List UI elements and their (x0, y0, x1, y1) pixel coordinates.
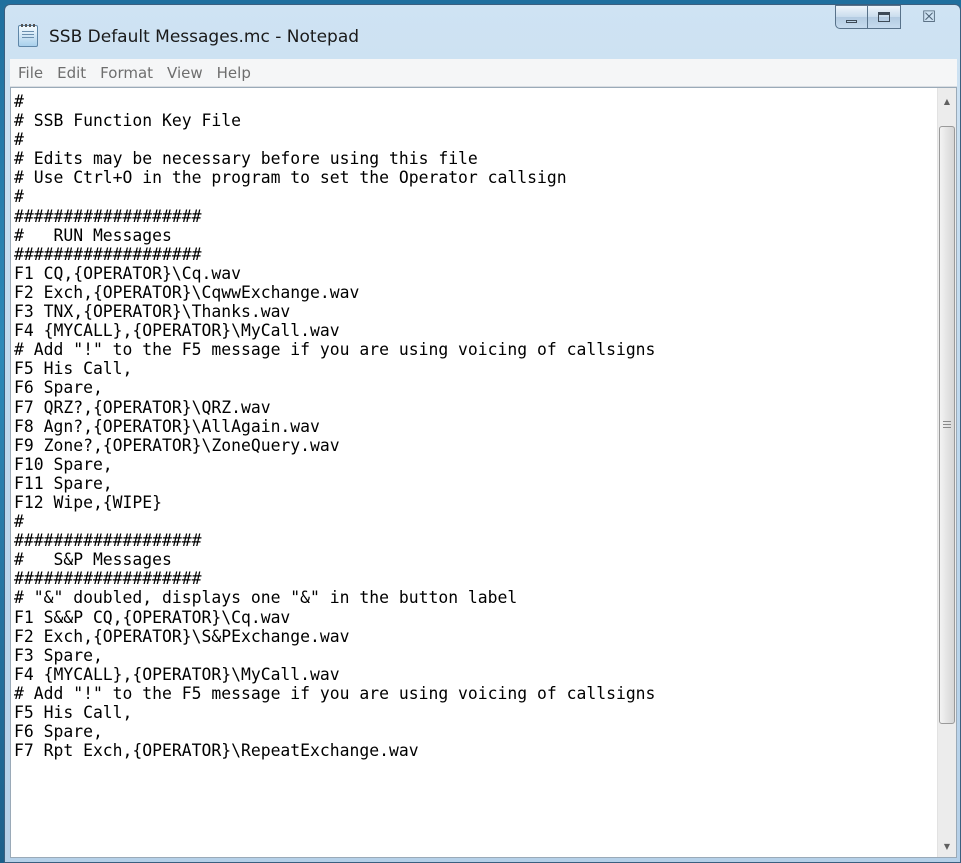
text-line[interactable]: F6 Spare, (14, 722, 936, 741)
menu-file[interactable]: File (12, 64, 49, 82)
text-line[interactable]: # Use Ctrl+O in the program to set the O… (14, 168, 936, 187)
scrollbar-grip-icon (943, 421, 951, 428)
text-line[interactable]: F2 Exch,{OPERATOR}\CqwwExchange.wav (14, 283, 936, 302)
notepad-icon[interactable] (18, 24, 38, 47)
maximize-button[interactable] (868, 5, 901, 29)
text-line[interactable]: # "&" doubled, displays one "&" in the b… (14, 588, 936, 607)
text-line[interactable]: # (14, 512, 936, 531)
text-line[interactable]: # SSB Function Key File (14, 111, 936, 130)
text-line[interactable]: F11 Spare, (14, 474, 936, 493)
scroll-down-icon[interactable]: ▼ (938, 837, 956, 855)
text-line[interactable]: F1 S&&P CQ,{OPERATOR}\Cq.wav (14, 608, 936, 627)
text-line[interactable]: F12 Wipe,{WIPE} (14, 493, 936, 512)
text-line[interactable]: # (14, 92, 936, 111)
scroll-up-icon[interactable]: ▲ (938, 92, 956, 110)
notepad-window: SSB Default Messages.mc - Notepad ☒ File… (4, 4, 961, 863)
title-bar[interactable]: SSB Default Messages.mc - Notepad ☒ (5, 5, 960, 57)
text-line[interactable]: # Add "!" to the F5 message if you are u… (14, 684, 936, 703)
text-line[interactable]: F6 Spare, (14, 378, 936, 397)
text-line[interactable]: F5 His Call, (14, 359, 936, 378)
text-line[interactable]: # Edits may be necessary before using th… (14, 149, 936, 168)
minimize-icon (846, 19, 857, 23)
text-line[interactable]: F4 {MYCALL},{OPERATOR}\MyCall.wav (14, 665, 936, 684)
menu-bar: File Edit Format View Help (10, 59, 957, 87)
text-line[interactable]: # (14, 130, 936, 149)
text-content[interactable]: # # SSB Function Key File # # Edits may be … (11, 88, 936, 857)
minimize-button[interactable] (835, 5, 868, 29)
text-line[interactable]: ################### (14, 569, 936, 588)
text-editor[interactable]: # # SSB Function Key File # # Edits may be … (10, 87, 957, 858)
close-icon: ☒ (921, 6, 937, 26)
text-line[interactable]: F10 Spare, (14, 455, 936, 474)
text-line[interactable]: F3 TNX,{OPERATOR}\Thanks.wav (14, 302, 936, 321)
text-line[interactable]: # (14, 187, 936, 206)
menu-help[interactable]: Help (211, 64, 257, 82)
menu-format[interactable]: Format (94, 64, 159, 82)
text-line[interactable]: F8 Agn?,{OPERATOR}\AllAgain.wav (14, 417, 936, 436)
menu-edit[interactable]: Edit (51, 64, 92, 82)
text-line[interactable]: F2 Exch,{OPERATOR}\S&PExchange.wav (14, 627, 936, 646)
text-line[interactable]: F4 {MYCALL},{OPERATOR}\MyCall.wav (14, 321, 936, 340)
maximize-icon (878, 12, 890, 22)
window-title: SSB Default Messages.mc - Notepad (49, 27, 360, 47)
text-line[interactable]: F9 Zone?,{OPERATOR}\ZoneQuery.wav (14, 436, 936, 455)
text-line[interactable]: F1 CQ,{OPERATOR}\Cq.wav (14, 264, 936, 283)
vertical-scrollbar[interactable]: ▲ ▼ (937, 88, 956, 857)
text-line[interactable]: ################### (14, 245, 936, 264)
menu-view[interactable]: View (161, 64, 209, 82)
caption-buttons: ☒ (835, 5, 958, 29)
text-line[interactable]: F5 His Call, (14, 703, 936, 722)
text-line[interactable]: F7 QRZ?,{OPERATOR}\QRZ.wav (14, 398, 936, 417)
text-line[interactable]: # RUN Messages (14, 226, 936, 245)
scrollbar-thumb[interactable] (939, 126, 955, 724)
text-line[interactable]: F7 Rpt Exch,{OPERATOR}\RepeatExchange.wa… (14, 741, 936, 760)
text-line[interactable]: ################### (14, 207, 936, 226)
text-line[interactable]: ################### (14, 531, 936, 550)
text-line[interactable]: F3 Spare, (14, 646, 936, 665)
close-button[interactable]: ☒ (901, 5, 958, 29)
text-line[interactable]: # S&P Messages (14, 550, 936, 569)
text-line[interactable]: # Add "!" to the F5 message if you are u… (14, 340, 936, 359)
